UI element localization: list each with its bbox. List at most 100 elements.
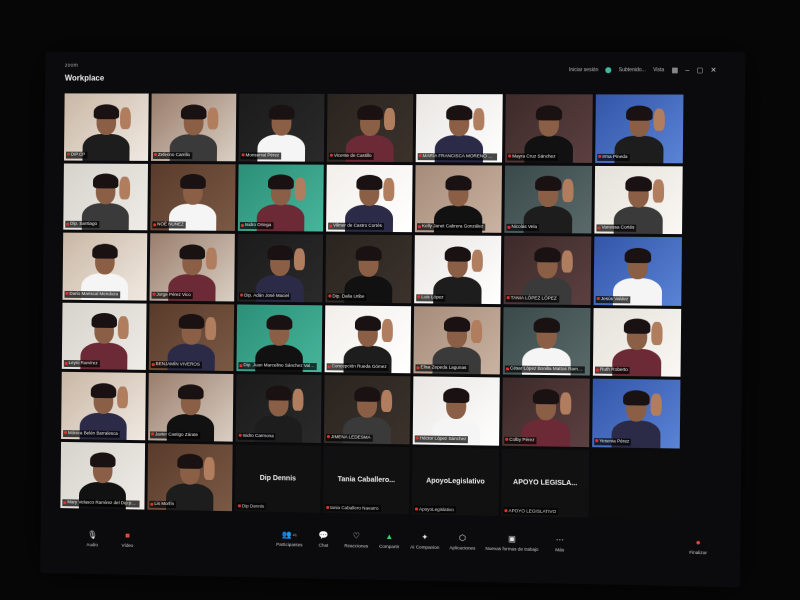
participant-tile[interactable]: Kelly Janet Cabrera González: [414, 164, 503, 233]
participant-tile[interactable]: Colby Pérez: [502, 377, 590, 447]
participant-tile[interactable]: Monserrat Pérez: [238, 93, 325, 162]
participant-tile[interactable]: Jorge Pérez Vico: [149, 233, 235, 301]
participant-tile[interactable]: Jesús Valdez: [593, 236, 682, 306]
raised-hand: [653, 108, 665, 132]
participant-tile[interactable]: Isidro Carmona: [235, 374, 322, 443]
participant-name-tile[interactable]: ApoyoLegislativo ApoyoLegislativo: [411, 446, 500, 517]
end-button[interactable]: ● Finalizar: [687, 537, 710, 556]
participant-name-tile[interactable]: Dip Dennis Dip Dennis: [234, 444, 321, 513]
participant-display-name: APOYO LEGISLA...: [513, 478, 578, 487]
participant-tile[interactable]: Mónica Belén Barralesca: [61, 371, 146, 440]
participant-tile[interactable]: ⁂Yesenia Pérez: [592, 378, 681, 449]
participant-tile[interactable]: Leyni Ramírez: [61, 302, 147, 370]
ai-companion-button[interactable]: ✦ AI Companion: [410, 532, 439, 550]
raised-hand: [650, 321, 663, 346]
raised-hand: [383, 107, 396, 131]
close-icon[interactable]: ✕: [710, 66, 716, 74]
recording-text[interactable]: Subtenido...: [619, 67, 646, 73]
person-hair: [180, 174, 206, 190]
participant-name: Lis Morfín: [149, 501, 177, 509]
participant-name: JIMENA LEDESMA: [325, 433, 373, 442]
maximize-icon[interactable]: ▢: [696, 66, 703, 74]
end-icon: ●: [695, 537, 701, 547]
whiteboard-button[interactable]: ▣ Nuevas formas de trabajo: [485, 534, 538, 552]
chat-button[interactable]: 💬 Chat: [312, 530, 334, 548]
participant-tile[interactable]: JIMENA LEDESMA: [323, 375, 411, 444]
participant-tile[interactable]: Vilmer de Castro Cortés: [326, 164, 413, 233]
share-button[interactable]: ▲ Compartir: [378, 531, 400, 549]
video-button[interactable]: ■ Vídeo: [117, 531, 139, 548]
participant-name: Isidro Carmona: [237, 432, 276, 440]
camera-off-icon: ■: [125, 530, 130, 540]
participant-tile[interactable]: Vicente de Castillo: [326, 93, 414, 162]
participant-tile[interactable]: Vanessa Cortés: [594, 165, 683, 235]
view-text[interactable]: Vista: [653, 67, 664, 73]
participant-tile[interactable]: Nicolás Vela: [504, 165, 593, 234]
audio-button[interactable]: 🎙 Audio: [81, 530, 103, 548]
participant-name: Dip. Juan Marcelino Sánchez Valdovinos: [238, 362, 317, 371]
person-hair: [354, 315, 381, 332]
reactions-button[interactable]: ♡ Reacciones: [344, 531, 368, 549]
participant-tile[interactable]: NOÉ NÚÑEZ: [150, 163, 236, 231]
person-hair: [532, 388, 560, 405]
participant-tile[interactable]: ⁂Javier Castigo Zárate: [148, 372, 234, 442]
apps-button[interactable]: ⬡ Aplicaciones: [449, 533, 475, 551]
person-hair: [178, 384, 204, 400]
raised-hand: [118, 176, 131, 200]
participant-tile[interactable]: Irma Pineda: [595, 94, 684, 163]
participants-icon: 👥 41: [281, 529, 298, 539]
more-button[interactable]: ⋯ Más: [549, 535, 571, 553]
participant-tile[interactable]: ⁂MARÍA FRANCISCA MORENO SANTIAGO: [415, 94, 503, 163]
status-text[interactable]: Iniciar sesión: [569, 67, 599, 73]
chat-icon: 💬: [318, 530, 329, 540]
participant-name: Javier Castigo Zárate: [150, 431, 200, 439]
participants-button[interactable]: 👥 41 Participantes: [276, 529, 303, 548]
participant-name: NOÉ NÚÑEZ: [152, 221, 186, 229]
participant-name: Jorge Pérez Vico: [151, 291, 193, 299]
participant-name: Concepción Rueda Gómez: [326, 363, 389, 372]
participant-tile[interactable]: Lis Morfín: [147, 442, 233, 512]
participant-tile[interactable]: Mary Velasco Ramírez del Dip poleota: [60, 441, 146, 510]
participant-name: Dip. Adán José Maciel: [239, 292, 292, 300]
participant-tile[interactable]: ⁂Isidro Ortega: [237, 163, 324, 232]
participant-name: Luis López: [416, 294, 446, 302]
participant-name: Darío Mariscal Mendoza: [64, 290, 121, 298]
participant-tile[interactable]: BENJAMÍN VIVEROS: [148, 303, 235, 372]
grid-view-icon[interactable]: ▦: [671, 66, 678, 74]
participant-tile[interactable]: Elisa Zepeda Lagunas: [413, 305, 501, 375]
participant-name: Yesenia Pérez: [594, 438, 632, 446]
participant-name: Héctor López Sánchez: [414, 435, 469, 443]
participant-tile[interactable]: ⁂TANIA LÓPEZ LÓPEZ: [503, 235, 592, 305]
participant-tile[interactable]: Dip. Dalia Uribe: [325, 234, 412, 303]
participant-tile[interactable]: Dip. Adán José Maciel: [237, 233, 324, 302]
person-hair: [623, 318, 651, 335]
minimize-icon[interactable]: –: [685, 67, 689, 74]
person-hair: [624, 247, 652, 263]
empty-tile: [591, 449, 680, 520]
participant-tile[interactable]: Luis López: [414, 235, 502, 304]
person-hair: [354, 386, 381, 402]
participant-tile[interactable]: Zeferino Carrillo: [150, 93, 237, 161]
participant-tile[interactable]: Mayra Cruz Sánchez: [505, 94, 593, 163]
participant-tile[interactable]: Héctor López Sánchez: [412, 376, 500, 446]
raised-hand: [294, 177, 306, 201]
raised-hand: [381, 318, 393, 342]
participant-tile[interactable]: César López Bonilla Mattos Ramírez Arv..…: [502, 306, 591, 376]
participant-tile[interactable]: ⁂Darío Mariscal Mendoza: [62, 232, 148, 301]
person-hair: [533, 317, 560, 334]
person-hair: [445, 175, 472, 191]
participant-tile[interactable]: Ruth Roberto: [592, 307, 682, 377]
participant-tile[interactable]: ⁂Concepción Rueda Gómez: [324, 304, 412, 374]
participant-name: Leyni Ramírez: [63, 360, 100, 368]
person-hair: [443, 387, 470, 403]
participant-name-tile[interactable]: APOYO LEGISLA... APOYO LEGISLATIVO: [501, 448, 590, 518]
person-hair: [444, 316, 471, 333]
raised-hand: [650, 393, 662, 417]
meeting-window: zoom Workplace Iniciar sesión Subtenido.…: [40, 51, 746, 588]
participant-tile[interactable]: DIP.CP: [63, 93, 149, 161]
participant-name: Zeferino Carrillo: [152, 151, 193, 159]
raised-hand: [561, 249, 573, 274]
participant-tile[interactable]: Dip. Juan Marcelino Sánchez Valdovinos: [236, 303, 323, 373]
participant-name-tile[interactable]: Tania Caballero... tania Caballero Navarr…: [323, 445, 410, 515]
participant-tile[interactable]: Dip. Santiago: [63, 163, 149, 231]
